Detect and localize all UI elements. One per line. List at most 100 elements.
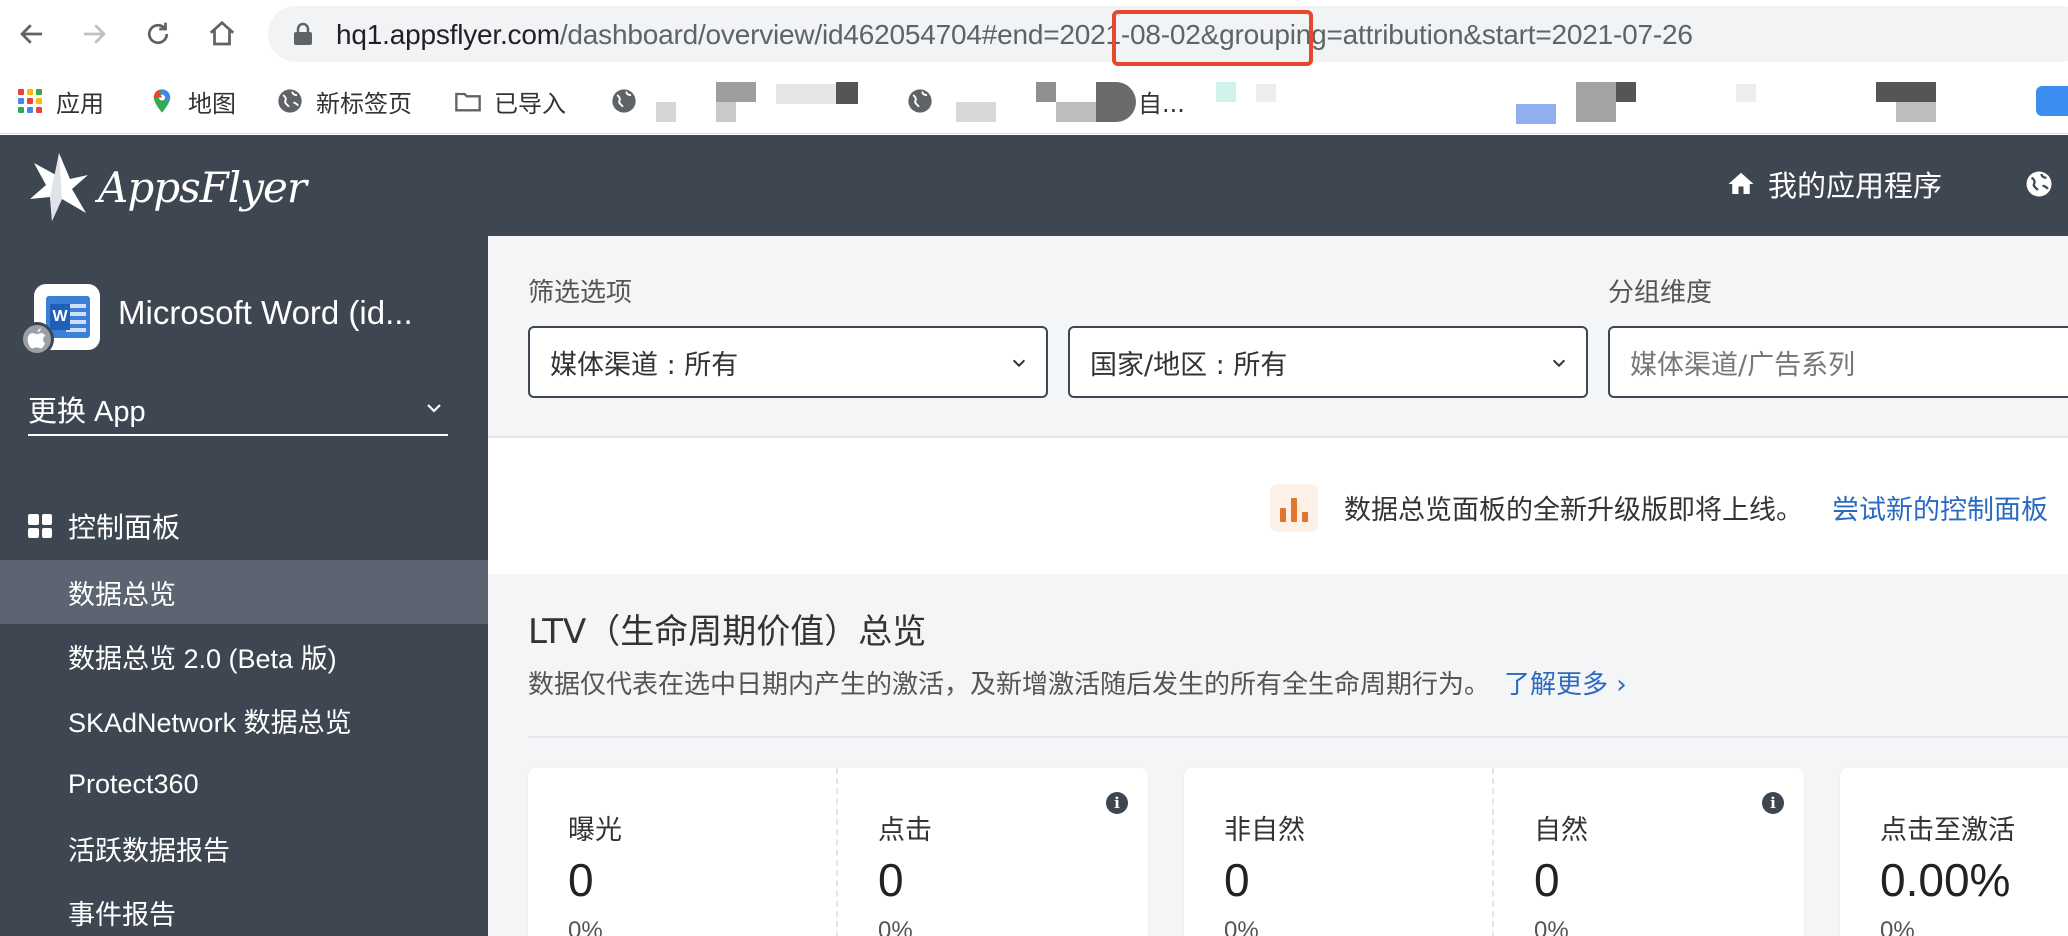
bookmark-globe-2[interactable] <box>906 84 946 118</box>
metric-value: 0 <box>878 854 904 906</box>
app-header: AppsFlyer 我的应用程序 <box>0 135 2068 236</box>
country-select[interactable]: 国家/地区 : 所有 <box>1068 326 1588 398</box>
obscured-bookmark <box>1896 102 1936 122</box>
metric-label: 自然 <box>1534 815 1588 846</box>
forward-button[interactable] <box>72 12 116 56</box>
try-new-dashboard-link[interactable]: 尝试新的控制面板 <box>1832 488 2048 527</box>
obscured-bookmark <box>1056 102 1096 122</box>
globe-icon <box>612 89 636 113</box>
metric-value: 0 <box>1534 854 1560 906</box>
bookmark-label: 地图 <box>188 89 236 118</box>
sidebar-item-label: 活跃数据报告 <box>68 835 230 866</box>
info-icon[interactable]: i <box>1762 792 1784 814</box>
metric-value: 0.00% <box>1880 854 2011 906</box>
metric-card-traffic: i 曝光 0 0% 点击 0 0% <box>528 768 1148 936</box>
url-highlight-box <box>1112 10 1313 66</box>
logo-text: AppsFlyer <box>98 162 307 212</box>
sidebar-item-overview-beta[interactable]: 数据总览 2.0 (Beta 版) <box>0 624 488 688</box>
bookmark-label: 自... <box>1138 89 1185 118</box>
media-source-select[interactable]: 媒体渠道 : 所有 <box>528 326 1048 398</box>
bookmark-imported[interactable]: 已导入 <box>454 84 566 118</box>
metric-value: 0 <box>568 854 594 906</box>
country-value: 国家/地区 : 所有 <box>1090 349 1288 381</box>
globe-icon[interactable] <box>2024 169 2054 199</box>
metric-percent: 0% <box>1880 917 1915 936</box>
sidebar-item-events-report[interactable]: 事件报告 <box>0 880 488 936</box>
metric-impressions: 曝光 0 0% <box>568 808 622 936</box>
apple-platform-icon <box>20 322 54 356</box>
globe-icon <box>278 89 302 113</box>
my-apps-link[interactable]: 我的应用程序 <box>1726 163 1942 205</box>
dashboard-grid-icon <box>28 514 52 538</box>
chevron-down-icon <box>1012 359 1026 368</box>
sidebar-item-overview[interactable]: 数据总览 <box>0 560 488 624</box>
obscured-bookmark <box>1576 82 1616 122</box>
url-query: #end=2021-08-02&grouping=attribution&sta… <box>981 19 1693 50</box>
change-app-label: 更换 App <box>28 396 146 428</box>
address-bar[interactable]: hq1.appsflyer.com/dashboard/overview/id4… <box>268 6 2068 66</box>
ltv-description: 数据仅代表在选中日期内产生的激活，及新增激活随后发生的所有全生命周期行为。 了解更… <box>528 664 1627 701</box>
chevron-down-icon <box>427 404 441 413</box>
ltv-divider <box>528 736 2068 738</box>
upgrade-banner: 数据总览面板的全新升级版即将上线。 尝试新的控制面板 <box>488 438 2068 574</box>
back-button[interactable] <box>10 12 54 56</box>
grouping-select[interactable]: 媒体渠道/广告系列 <box>1608 326 2068 398</box>
sidebar-item-label: Protect360 <box>68 768 199 799</box>
card-separator <box>836 768 838 936</box>
dashboard-section-title[interactable]: 控制面板 <box>28 506 180 546</box>
metric-card-installs: i 非自然 0 0% 自然 0 0% <box>1184 768 1804 936</box>
reload-button[interactable] <box>136 12 180 56</box>
globe-icon <box>908 89 932 113</box>
obscured-bookmark <box>956 102 996 122</box>
bookmark-label: 已导入 <box>494 89 566 118</box>
arrow-left-icon <box>20 24 42 44</box>
sidebar-item-label: 数据总览 2.0 (Beta 版) <box>68 643 337 674</box>
sidebar-item-activity-report[interactable]: 活跃数据报告 <box>0 816 488 880</box>
card-separator <box>1492 768 1494 936</box>
banner-text: 数据总览面板的全新升级版即将上线。 <box>1344 495 1803 526</box>
bookmark-maps[interactable]: 地图 <box>148 84 236 118</box>
metric-organic: 自然 0 0% <box>1534 808 1588 936</box>
change-app-dropdown[interactable]: 更换 App <box>28 388 448 436</box>
lock-icon <box>294 22 312 45</box>
folder-icon <box>455 92 481 112</box>
obscured-bookmark <box>1516 104 1556 124</box>
info-icon[interactable]: i <box>1106 792 1128 814</box>
bookmark-new-tab[interactable]: 新标签页 <box>276 84 412 118</box>
obscured-bookmark <box>1736 84 1756 102</box>
filter-options-label: 筛选选项 <box>528 278 633 308</box>
chevron-down-icon <box>1552 359 1566 368</box>
arrow-right-icon <box>84 24 106 44</box>
metric-percent: 0% <box>878 917 913 936</box>
metric-value: 0 <box>1224 854 1250 906</box>
bookmark-globe-1[interactable] <box>610 84 650 118</box>
bookmark-auto[interactable]: 自... <box>1138 84 1185 118</box>
bookmark-apps[interactable]: 应用 <box>16 84 104 118</box>
sidebar: W Microsoft Word (id... 更换 App 控制面板 数据总览… <box>0 236 488 936</box>
maps-pin-icon <box>153 89 171 113</box>
bookmarks-bar: 应用 地图 新标签页 已导入 自... <box>0 68 2068 134</box>
learn-more-link[interactable]: 了解更多 › <box>1504 670 1627 700</box>
url-app-id: id462054704 <box>822 19 982 50</box>
metric-label: 点击 <box>878 815 932 846</box>
metric-percent: 0% <box>1534 917 1569 936</box>
sidebar-item-protect360[interactable]: Protect360 <box>0 752 488 816</box>
url-host: hq1.appsflyer.com <box>336 19 560 50</box>
sidebar-item-label: SKAdNetwork 数据总览 <box>68 707 352 738</box>
my-apps-label: 我的应用程序 <box>1768 169 1943 203</box>
sidebar-item-skadnetwork[interactable]: SKAdNetwork 数据总览 <box>0 688 488 752</box>
obscured-bookmark <box>656 102 676 122</box>
dashboard-section-label: 控制面板 <box>68 511 181 544</box>
metric-card-conversion: 点击至激活 0.00% 0% <box>1840 768 2068 936</box>
app-name: Microsoft Word (id... <box>118 294 413 331</box>
home-button[interactable] <box>200 12 244 56</box>
url-text: hq1.appsflyer.com/dashboard/overview/id4… <box>336 19 1693 51</box>
metric-percent: 0% <box>1224 917 1259 936</box>
bookmark-label: 新标签页 <box>316 89 412 118</box>
appsflyer-logo[interactable]: AppsFlyer <box>26 147 307 227</box>
metric-label: 曝光 <box>568 815 622 846</box>
browser-toolbar: hq1.appsflyer.com/dashboard/overview/id4… <box>0 0 2068 68</box>
home-icon <box>209 20 235 46</box>
metric-non-organic: 非自然 0 0% <box>1224 808 1305 936</box>
obscured-bookmark <box>1616 82 1636 102</box>
